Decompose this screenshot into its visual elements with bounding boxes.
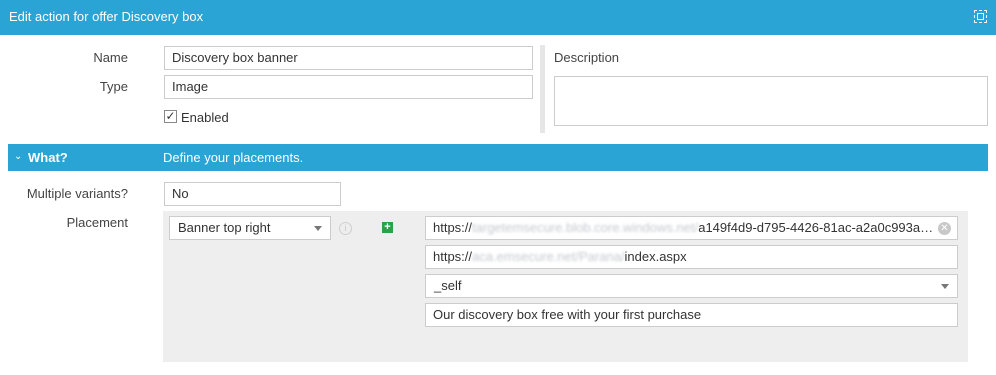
description-field[interactable] — [554, 76, 988, 126]
type-field[interactable]: Image — [164, 75, 533, 99]
name-label: Name — [93, 50, 128, 65]
section-title: What? — [28, 150, 68, 165]
info-icon[interactable]: i — [339, 222, 352, 235]
chevron-down-icon[interactable]: ⌄ — [14, 151, 22, 162]
description-label: Description — [554, 50, 620, 65]
chevron-down-icon — [941, 284, 949, 289]
plus-icon[interactable]: + — [382, 222, 393, 233]
image-url-suffix: a149f4d9-d795-4426-81ac-a2a0c993a… — [698, 220, 934, 235]
target-select[interactable]: _self — [425, 274, 958, 298]
target-select-value: _self — [434, 278, 462, 293]
section-header-what[interactable]: ⌄ What? Define your placements. — [8, 144, 988, 171]
link-url-suffix: index.aspx — [624, 249, 687, 264]
image-url-prefix: https:// — [433, 220, 473, 235]
chevron-down-icon — [314, 226, 322, 231]
section-subtitle: Define your placements. — [163, 150, 304, 165]
link-url-prefix: https:// — [433, 249, 473, 264]
multiple-variants-label: Multiple variants? — [26, 186, 128, 201]
multiple-variants-field[interactable]: No — [164, 182, 341, 206]
fullscreen-icon[interactable] — [974, 10, 987, 23]
column-divider — [540, 45, 545, 133]
placement-select-value: Banner top right — [178, 220, 271, 235]
dialog-title: Edit action for offer Discovery box — [9, 9, 204, 24]
clear-icon[interactable]: ✕ — [938, 222, 951, 235]
checkmark-icon: ✓ — [165, 109, 176, 123]
placement-label: Placement — [66, 215, 128, 230]
image-url-field[interactable]: https://targetemsecure.blob.core.windows… — [425, 216, 958, 240]
enabled-checkbox[interactable]: ✓ — [164, 110, 177, 123]
type-label: Type — [99, 79, 128, 94]
dialog-titlebar: Edit action for offer Discovery box — [0, 0, 996, 35]
link-url-obscured: aca.emsecure.net/Parana/ — [472, 249, 625, 264]
enabled-label: Enabled — [181, 110, 229, 125]
placement-select[interactable]: Banner top right — [169, 216, 331, 240]
alt-text-field[interactable]: Our discovery box free with your first p… — [425, 303, 958, 327]
link-url-field[interactable]: https://aca.emsecure.net/Parana/index.as… — [425, 245, 958, 269]
name-field[interactable]: Discovery box banner — [164, 46, 533, 70]
image-url-obscured: targetemsecure.blob.core.windows.net/ — [472, 220, 699, 235]
